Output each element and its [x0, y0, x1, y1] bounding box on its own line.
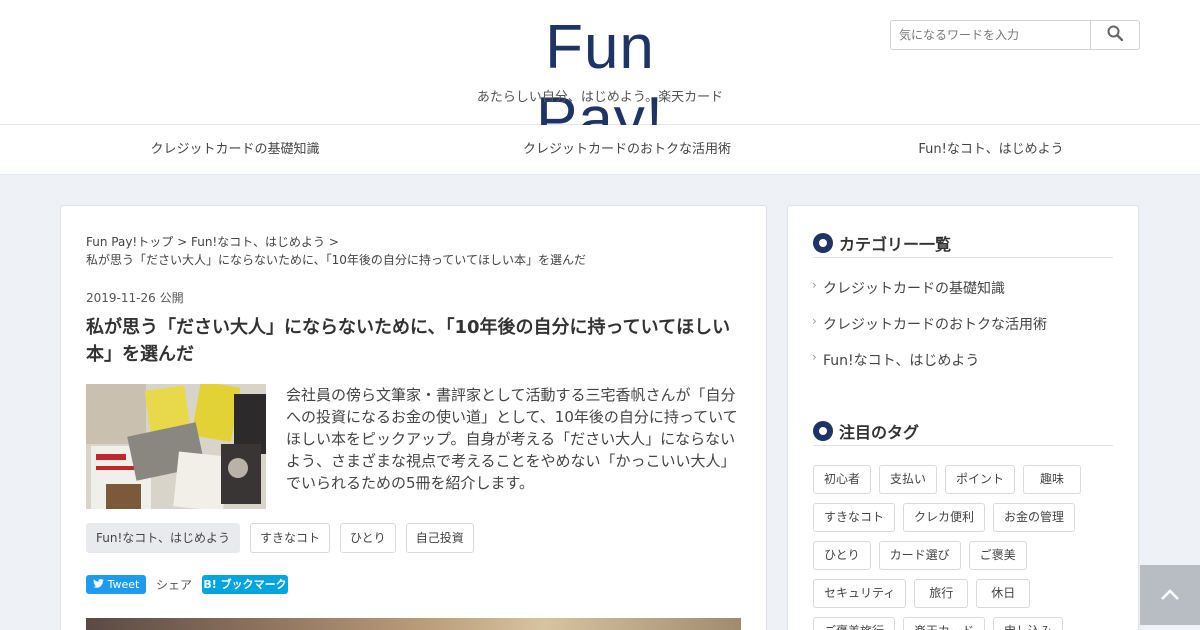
category-label: クレジットカードの基礎知識	[823, 281, 1005, 297]
breadcrumb-home[interactable]: Fun Pay!トップ	[86, 235, 173, 249]
article-title: 私が思う「ださい大人」にならないために、「10年後の自分に持っていてほしい本」を…	[86, 317, 731, 365]
search-box	[890, 20, 1140, 50]
breadcrumb-separator: >	[328, 235, 339, 249]
twitter-bird-icon	[92, 578, 104, 591]
category-link-basics[interactable]: › クレジットカードの基礎知識	[812, 278, 1005, 298]
site-logo[interactable]: Fun Pay!	[474, 12, 726, 154]
tag-chip[interactable]: ひとり	[813, 541, 871, 570]
hatena-b-icon: B!	[203, 577, 217, 591]
hatena-label: ブックマーク	[220, 578, 287, 591]
article-tags: Fun!なコト、はじめよう すきなコト ひとり 自己投資	[86, 523, 474, 553]
breadcrumb: Fun Pay!トップ > Fun!なコト、はじめよう > 私が思う「ださい大人…	[86, 233, 746, 269]
category-link-tips[interactable]: › クレジットカードのおトクな活用術	[812, 314, 1047, 334]
tweet-label: Tweet	[107, 577, 140, 591]
breadcrumb-category[interactable]: Fun!なコト、はじめよう	[191, 235, 325, 249]
category-label: Fun!なコト、はじめよう	[823, 353, 980, 369]
publish-date: 2019-11-26 公開	[86, 289, 184, 306]
tag-chip[interactable]: すきなコト	[813, 503, 896, 532]
date-label: 公開	[159, 291, 184, 305]
tag-chip[interactable]: ポイント	[945, 465, 1016, 494]
tag-chip[interactable]: 旅行	[914, 579, 969, 608]
tag-chip[interactable]: 楽天カード	[903, 617, 986, 630]
category-link-fun[interactable]: › Fun!なコト、はじめよう	[812, 350, 980, 370]
tags-heading: 注目のタグ	[813, 416, 1113, 446]
site-header: Fun Pay! あたらしい自分、はじめよう。楽天カード	[0, 0, 1200, 154]
global-nav: クレジットカードの基礎知識 クレジットカードのおトクな活用術 Fun!なコト、は…	[0, 125, 1200, 175]
category-label: クレジットカードのおトクな活用術	[823, 317, 1047, 333]
breadcrumb-current: 私が思う「ださい大人」にならないために、「10年後の自分に持っていてほしい本」を…	[86, 253, 586, 267]
chevron-right-icon: ›	[812, 278, 817, 292]
article-thumbnail[interactable]	[86, 384, 266, 509]
tags-title: 注目のタグ	[839, 422, 920, 442]
tag-chip[interactable]: 休日	[976, 579, 1031, 608]
tag-chip[interactable]: ご褒美旅行	[813, 617, 896, 630]
tag-chip[interactable]: 申し込み	[993, 617, 1064, 630]
tag-chip[interactable]: カード選び	[878, 541, 961, 570]
sidebar: カテゴリー一覧 › クレジットカードの基礎知識 › クレジットカードのおトクな活…	[787, 205, 1139, 630]
tag-chip[interactable]: クレカ便利	[903, 503, 986, 532]
chevron-right-icon: ›	[812, 314, 817, 328]
share-bar: Tweet シェア B! ブックマーク	[86, 574, 289, 594]
nav-item-fun[interactable]: Fun!なコト、はじめよう	[880, 125, 1102, 175]
tag-hitori[interactable]: ひとり	[340, 523, 396, 553]
chevron-up-icon	[1160, 586, 1180, 605]
hatena-bookmark-button[interactable]: B! ブックマーク	[202, 574, 289, 594]
share-label: シェア	[156, 577, 193, 592]
bullet-icon	[813, 232, 833, 253]
search-input[interactable]	[891, 21, 1091, 49]
date-value: 2019-11-26	[86, 291, 156, 305]
site-tagline: あたらしい自分、はじめよう。楽天カード	[476, 90, 724, 105]
nav-item-tips[interactable]: クレジットカードのおトクな活用術	[487, 125, 767, 175]
search-button[interactable]	[1091, 21, 1139, 49]
categories-heading: カテゴリー一覧	[813, 228, 1113, 258]
tag-chip[interactable]: 初心者	[813, 465, 872, 494]
bullet-icon	[813, 420, 833, 441]
back-to-top-button[interactable]	[1140, 565, 1200, 625]
chevron-right-icon: ›	[812, 350, 817, 364]
tweet-button[interactable]: Tweet	[86, 574, 146, 594]
tag-chip[interactable]: ご褒美	[968, 541, 1027, 570]
tag-suki[interactable]: すきなコト	[250, 523, 331, 553]
tag-chip[interactable]: お金の管理	[993, 503, 1076, 532]
hero-image	[86, 618, 741, 630]
tag-chip[interactable]: 趣味	[1023, 465, 1082, 494]
article-excerpt: 会社員の傍ら文筆家・書評家として活動する三宅香帆さんが「自分への投資になるお金の…	[286, 386, 738, 492]
article-card: Fun Pay!トップ > Fun!なコト、はじめよう > 私が思う「ださい大人…	[60, 205, 767, 630]
tag-fun[interactable]: Fun!なコト、はじめよう	[86, 523, 241, 553]
tag-chip[interactable]: セキュリティ	[813, 579, 907, 608]
breadcrumb-separator: >	[177, 235, 188, 249]
nav-item-basics[interactable]: クレジットカードの基礎知識	[105, 125, 365, 175]
tag-self-invest[interactable]: 自己投資	[405, 523, 474, 553]
search-icon	[1107, 25, 1124, 45]
tag-chip[interactable]: 支払い	[879, 465, 938, 494]
categories-title: カテゴリー一覧	[839, 234, 952, 254]
